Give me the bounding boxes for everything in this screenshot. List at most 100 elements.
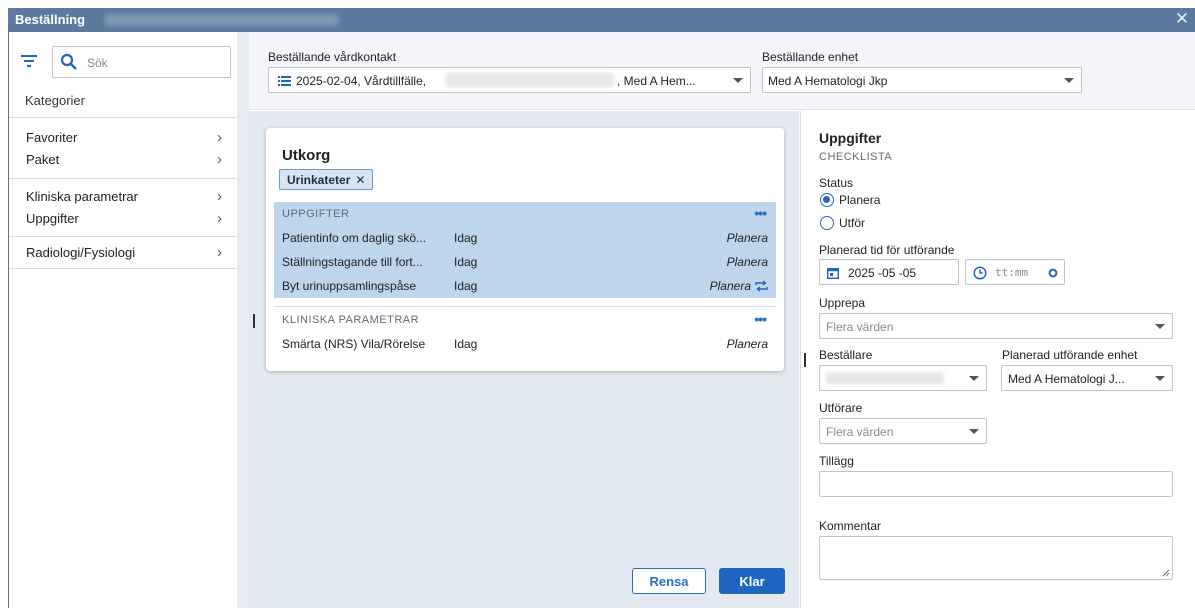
section-header: KLINISKA PARAMETRAR [282,314,420,326]
chevron-down-icon [1155,324,1165,329]
table-row[interactable]: Ställningstagande till fort... Idag Plan… [282,252,768,272]
orderer-select[interactable] [819,365,987,391]
time-placeholder: tt:mm [995,266,1029,279]
sidebar-item-label: Paket [26,152,60,167]
category-sidebar: Sök Kategorier Favoriter › Paket › Klini… [9,32,237,608]
table-row[interactable]: Byt urinuppsamlingspåse Idag Planera [282,276,768,296]
status-radio-utfor[interactable] [820,216,834,230]
row-status: Planera [709,279,751,293]
date-value: 2025 -05 -05 [848,266,917,280]
row-when: Idag [454,279,478,293]
row-when: Idag [454,255,478,269]
row-when: Idag [454,231,478,245]
row-status: Planera [726,255,768,269]
performer-select[interactable]: Flera värden [819,418,987,444]
unit-select[interactable]: Med A Hematologi Jkp [762,67,1082,93]
unit-label: Beställande enhet [762,50,859,64]
calendar-icon[interactable] [827,267,839,279]
section-header: UPPGIFTER [282,208,350,220]
performer-placeholder: Flera värden [826,425,894,439]
resize-handle-icon[interactable] [1162,569,1170,577]
divider [9,178,237,179]
repeat-placeholder: Flera värden [826,320,894,334]
row-status: Planera [726,231,768,245]
title-bar: Beställning ✕ [8,8,1195,32]
chevron-right-icon: › [217,210,222,227]
table-row[interactable]: Patientinfo om daglig skö... Idag Planer… [282,228,768,248]
row-status: Planera [726,337,768,351]
row-name: Patientinfo om daglig skö... [282,231,427,245]
contact-label: Beställande vårdkontakt [268,50,397,64]
divider [9,236,237,237]
divider [274,306,776,307]
sidebar-splitter[interactable] [237,32,249,608]
planned-unit-value: Med A Hematologi J... [1008,372,1125,386]
time-picker-icon[interactable] [1048,268,1058,278]
chevron-down-icon [1155,376,1165,381]
status-label: Status [819,176,854,190]
clear-button[interactable]: Rensa [632,568,706,594]
filter-chip[interactable]: Urinkateter ✕ [279,169,374,190]
planned-time-label: Planerad tid för utförande [819,243,955,257]
sidebar-item-label: Uppgifter [26,211,79,226]
redacted-title-info [104,14,339,26]
date-field[interactable]: 2025 -05 -05 [819,259,959,285]
search-placeholder: Sök [87,56,108,70]
chevron-right-icon: › [217,188,222,205]
close-icon[interactable]: ✕ [1173,9,1191,29]
splitter-handle[interactable] [804,353,806,367]
contact-value-end: , Med A Hem... [617,74,696,88]
contact-value-start: 2025-02-04, Vårdtillfälle, [296,74,427,88]
performer-label: Utförare [819,401,863,415]
splitter-handle[interactable] [253,314,255,328]
planned-unit-label: Planerad utförande enhet [1002,348,1138,362]
search-input[interactable]: Sök [52,46,231,78]
sidebar-item-kliniska-parametrar[interactable]: Kliniska parametrar › [26,188,222,209]
search-icon [60,53,77,70]
section-uppgifter: UPPGIFTER ••• Patientinfo om daglig skö.… [274,202,776,298]
categories-heading: Kategorier [25,93,85,108]
sidebar-item-label: Kliniska parametrar [26,189,138,204]
outbox-title: Utkorg [282,147,331,164]
more-options-icon[interactable]: ••• [754,311,767,327]
redacted-orderer-name [826,372,944,384]
row-name: Byt urinuppsamlingspåse [282,279,417,293]
comment-textarea[interactable] [819,536,1173,580]
sidebar-item-paket[interactable]: Paket › [26,151,222,172]
detail-subtitle: CHECKLISTA [819,151,893,163]
repeat-label: Upprepa [819,296,866,310]
repeat-select[interactable]: Flera värden [819,313,1173,339]
planned-unit-select[interactable]: Med A Hematologi J... [1001,365,1173,391]
sidebar-item-uppgifter[interactable]: Uppgifter › [26,210,222,231]
chevron-down-icon [969,429,979,434]
window-title: Beställning [15,12,86,27]
chevron-right-icon: › [217,244,222,261]
contact-select[interactable]: 2025-02-04, Vårdtillfälle, , Med A Hem..… [268,67,751,93]
remove-chip-icon[interactable]: ✕ [355,173,365,187]
more-options-icon[interactable]: ••• [754,205,767,221]
chevron-right-icon: › [217,129,222,146]
row-name: Smärta (NRS) Vila/Rörelse [282,337,426,351]
sidebar-item-favoriter[interactable]: Favoriter › [26,129,222,150]
unit-value: Med A Hematologi Jkp [768,74,888,88]
divider [9,117,237,118]
outbox-card: Utkorg Urinkateter ✕ UPPGIFTER ••• Patien… [266,128,784,371]
filter-icon[interactable] [21,54,37,68]
row-status-cell: Planera [710,279,768,293]
sidebar-item-radiologi-fysiologi[interactable]: Radiologi/Fysiologi › [26,244,222,265]
done-button[interactable]: Klar [719,568,785,594]
table-row[interactable]: Smärta (NRS) Vila/Rörelse Idag Planera [282,334,768,354]
section-kliniska-parametrar: KLINISKA PARAMETRAR ••• Smärta (NRS) Vil… [274,308,776,358]
comment-label: Kommentar [819,519,882,533]
divider [9,268,237,269]
status-option-label: Utför [839,216,866,230]
chip-label: Urinkateter [287,173,351,187]
list-icon [278,76,291,86]
chevron-right-icon: › [217,151,222,168]
chevron-down-icon [1064,78,1074,83]
addition-input[interactable] [819,471,1173,497]
time-field[interactable]: tt:mm [965,259,1065,285]
status-radio-planera[interactable] [820,193,834,207]
detail-title: Uppgifter [819,130,882,146]
clock-icon [973,266,987,280]
